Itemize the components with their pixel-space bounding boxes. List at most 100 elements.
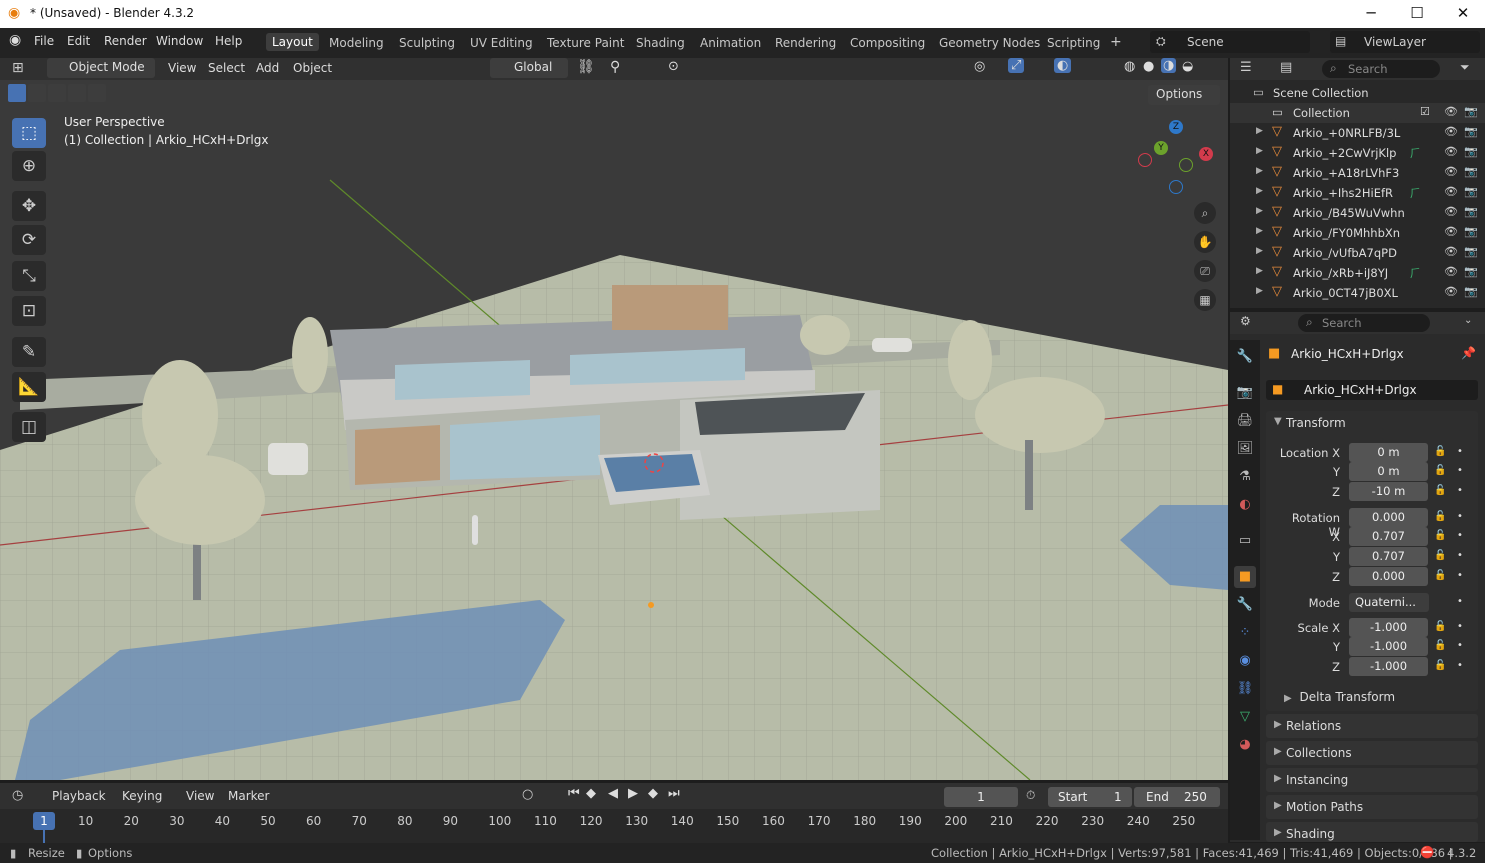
tool-tab-icon[interactable]: 🔧 — [1234, 346, 1256, 368]
menu-window[interactable]: Window — [156, 34, 203, 48]
collections-panel[interactable]: ▶ Collections — [1266, 741, 1478, 765]
keyframe-dot-icon[interactable]: • — [1457, 621, 1463, 632]
particles-tab-icon[interactable]: ⁘ — [1234, 622, 1256, 644]
transform-header[interactable]: Transform — [1286, 416, 1346, 430]
outliner-object-row[interactable]: ▶ ▽ Arkio_0CT47jB0XL 👁 📷 — [1230, 283, 1485, 303]
tab-sculpting[interactable]: Sculpting — [399, 36, 455, 50]
keyframe-dot-icon[interactable]: • — [1457, 511, 1463, 522]
tab-geometry-nodes[interactable]: Geometry Nodes — [939, 36, 1040, 50]
camera-icon[interactable]: 📷 — [1464, 145, 1478, 158]
scene-collection-row[interactable]: ▭ Scene Collection — [1230, 83, 1485, 103]
menu-help[interactable]: Help — [215, 34, 242, 48]
rendered-shading-icon[interactable]: ◒ — [1182, 59, 1193, 74]
stopwatch-icon[interactable]: ⏱ — [1026, 788, 1035, 803]
play-reverse-icon[interactable]: ◀ — [608, 786, 618, 801]
eye-icon[interactable]: 👁 — [1444, 185, 1458, 198]
camera-icon[interactable]: 📷 — [1464, 205, 1478, 218]
scene-selector[interactable]: ⛭ Scene — [1150, 31, 1310, 53]
outliner-object-row[interactable]: ▶ ▽ Arkio_/B45WuVwhn 👁 📷 — [1230, 203, 1485, 223]
proportional-edit-icon[interactable]: ⊙ — [668, 59, 679, 74]
eye-icon[interactable]: 👁 — [1444, 205, 1458, 218]
chevron-right-icon[interactable]: ▶ — [1256, 246, 1263, 256]
rotate-tool-icon[interactable]: ⟳ — [12, 225, 46, 255]
eye-icon[interactable]: 👁 — [1444, 145, 1458, 158]
keyframe-dot-icon[interactable]: • — [1457, 465, 1463, 476]
keyframe-dot-icon[interactable]: • — [1457, 485, 1463, 496]
gizmo-y-icon[interactable]: Y — [1154, 141, 1168, 155]
measure-tool-icon[interactable]: 📐 — [12, 372, 46, 402]
properties-editor-icon[interactable]: ⚙ — [1240, 314, 1251, 328]
motion-paths-panel[interactable]: ▶ Motion Paths — [1266, 795, 1478, 819]
menu-render[interactable]: Render — [104, 34, 147, 48]
lock-icon[interactable]: 🔓 — [1434, 465, 1446, 476]
scale-z-field[interactable]: -1.000 — [1349, 657, 1428, 676]
chevron-right-icon[interactable]: ▶ — [1256, 126, 1263, 136]
eye-icon[interactable]: 👁 — [1444, 225, 1458, 238]
menu-select[interactable]: Select — [208, 61, 245, 75]
chevron-right-icon[interactable]: ▶ — [1256, 166, 1263, 176]
select-box-tool-icon[interactable]: ⬚ — [12, 118, 46, 148]
select-new-icon[interactable] — [8, 84, 26, 102]
render-tab-icon[interactable]: 📷 — [1234, 382, 1256, 404]
gizmo-toggle-icon[interactable]: ⤢ — [1008, 58, 1025, 73]
current-frame-field[interactable]: 1 — [944, 787, 1018, 807]
relations-panel[interactable]: ▶ Relations — [1266, 714, 1478, 738]
playhead[interactable]: 1 — [33, 812, 55, 830]
ortho-toggle-icon[interactable]: ▦ — [1194, 289, 1216, 311]
tab-texture-paint[interactable]: Texture Paint — [547, 36, 624, 50]
scene-tab-icon[interactable]: ⚗ — [1234, 466, 1256, 488]
tab-shading[interactable]: Shading — [636, 36, 685, 50]
filter-icon[interactable]: ⏷ — [1460, 60, 1470, 75]
camera-icon[interactable]: 📷 — [1464, 285, 1478, 298]
instancing-panel[interactable]: ▶ Instancing — [1266, 768, 1478, 792]
exclude-checkbox[interactable]: ☑ — [1420, 105, 1430, 118]
eye-icon[interactable]: 👁 — [1444, 105, 1458, 118]
tab-modeling[interactable]: Modeling — [329, 36, 384, 50]
chevron-right-icon[interactable]: ▶ — [1256, 206, 1263, 216]
auto-keying-icon[interactable]: ○ — [522, 787, 533, 802]
tab-rendering[interactable]: Rendering — [775, 36, 836, 50]
chevron-right-icon[interactable]: ▶ — [1256, 186, 1263, 196]
solid-shading-icon[interactable]: ● — [1143, 59, 1154, 74]
visibility-icon[interactable]: ◎ — [974, 59, 985, 74]
rotation-w-field[interactable]: 0.000 — [1349, 508, 1428, 527]
object-name-field[interactable]: ■ Arkio_HCxH+Drlgx — [1266, 380, 1478, 400]
outliner-search-input[interactable]: ⌕ Search — [1322, 60, 1440, 78]
navigation-gizmo[interactable]: Z Y X — [1136, 116, 1220, 200]
modifier-tab-icon[interactable]: 🔧 — [1234, 594, 1256, 616]
frame-ruler[interactable]: 1 10 20 30 40 50 60 70 80 90 100 110 120 130 140 150 16… — [0, 809, 1228, 843]
chevron-right-icon[interactable]: ▶ — [1256, 146, 1263, 156]
outliner-editor-icon[interactable]: ☰ — [1240, 60, 1252, 75]
lock-icon[interactable]: 🔓 — [1434, 570, 1446, 581]
timeline-marker-menu[interactable]: Marker — [228, 789, 269, 803]
location-y-field[interactable]: 0 m — [1349, 462, 1428, 481]
playback-dropdown[interactable]: Playback — [44, 786, 116, 806]
gizmo-z-icon[interactable]: Z — [1169, 120, 1183, 134]
outliner-object-row[interactable]: ▶ ▽ Arkio_+2CwVrjKlp ⺁ 👁 📷 — [1230, 143, 1485, 163]
collection-row[interactable]: ▭ Collection ☑ 👁 📷 — [1230, 103, 1485, 123]
zoom-icon[interactable]: ⌕ — [1194, 202, 1216, 224]
keyframe-dot-icon[interactable]: • — [1457, 550, 1463, 561]
select-extend-icon[interactable] — [28, 84, 46, 102]
chevron-down-icon[interactable]: ▼ — [1274, 416, 1282, 427]
end-frame-field[interactable]: End 250 — [1134, 787, 1220, 807]
menu-object[interactable]: Object — [293, 61, 332, 75]
view-layer-tab-icon[interactable]: 🖼 — [1234, 438, 1256, 460]
gizmo-neg-y-icon[interactable] — [1179, 158, 1193, 172]
tab-layout[interactable]: Layout — [266, 33, 319, 51]
camera-icon[interactable]: 📷 — [1464, 245, 1478, 258]
lock-icon[interactable]: 🔓 — [1434, 550, 1446, 561]
annotate-tool-icon[interactable]: ✎ — [12, 337, 46, 367]
menu-view[interactable]: View — [168, 61, 196, 75]
constraints-tab-icon[interactable]: ⛓ — [1234, 678, 1256, 700]
options-dropdown[interactable]: Options — [1148, 85, 1220, 105]
move-tool-icon[interactable]: ✥ — [12, 191, 46, 221]
outliner-object-row[interactable]: ▶ ▽ Arkio_/vUfbA7qPD 👁 📷 — [1230, 243, 1485, 263]
outliner-object-row[interactable]: ▶ ▽ Arkio_/FY0MhhbXn 👁 📷 — [1230, 223, 1485, 243]
menu-add[interactable]: Add — [256, 61, 279, 75]
minimize-button[interactable]: ─ — [1360, 4, 1382, 24]
rotation-x-field[interactable]: 0.707 — [1349, 527, 1428, 546]
jump-start-icon[interactable]: ⏮ — [568, 786, 580, 801]
delta-transform-subpanel[interactable]: ▶ Delta Transform — [1284, 690, 1395, 704]
tab-uv-editing[interactable]: UV Editing — [470, 36, 533, 50]
